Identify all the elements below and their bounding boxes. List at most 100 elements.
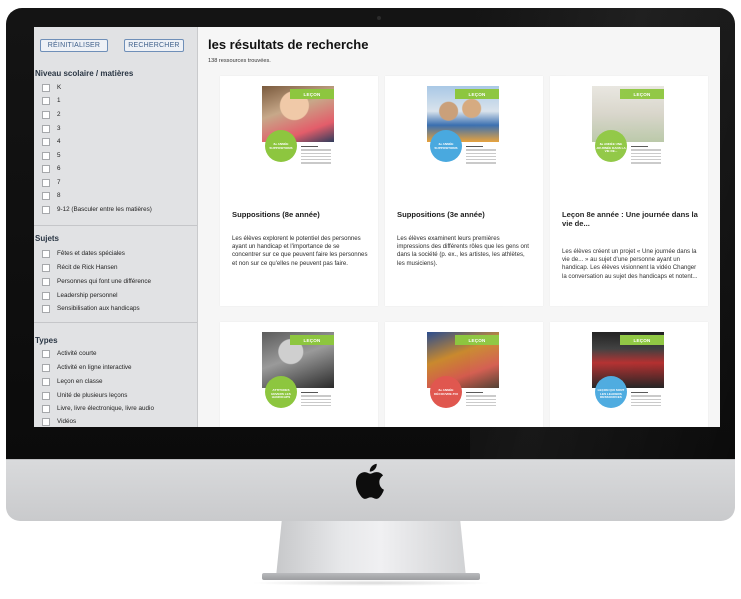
monitor-stand (276, 521, 466, 577)
lesson-tag: LEÇON (455, 335, 499, 345)
card-title[interactable]: Leçon 8e année : Une journée dans la vie… (562, 210, 702, 229)
monitor-stand-base (262, 573, 480, 580)
filter-option-grade-8[interactable]: 8 (42, 190, 61, 201)
thumbnail-caption: 8e ANNÉE UNE JOURNÉE DANS LA VIE DE... (596, 142, 626, 154)
filter-option-type-short-activity[interactable]: Activité courte (42, 348, 97, 359)
card-title[interactable]: Suppositions (8e année) (232, 210, 372, 219)
filter-option-grade-k[interactable]: K (42, 82, 61, 93)
filter-option-label: Unité de plusieurs leçons (57, 392, 128, 399)
filter-option-grade-2[interactable]: 2 (42, 109, 61, 120)
filter-option-label: K (57, 84, 62, 91)
filter-option-grade-5[interactable]: 5 (42, 150, 61, 161)
filter-option-type-unit[interactable]: Unité de plusieurs leçons (42, 390, 127, 401)
resource-thumbnail: LEÇON 8e ANNÉE UNE JOURNÉE DANS LA VIE D… (592, 86, 664, 183)
apple-logo-icon (355, 463, 384, 499)
card-title[interactable]: Suppositions (3e année) (397, 210, 537, 219)
filter-option-subject-rick-hansen[interactable]: Récit de Rick Hansen (42, 262, 118, 273)
checkbox[interactable] (42, 83, 50, 92)
checkbox[interactable] (42, 391, 50, 400)
checkbox[interactable] (42, 205, 50, 214)
thumbnail-caption: 8e ANNÉE SUPPOSITIONS (269, 142, 293, 150)
filter-option-grade-6[interactable]: 6 (42, 163, 61, 174)
filter-option-label: 8 (57, 192, 61, 199)
filter-option-grade-4[interactable]: 4 (42, 136, 61, 147)
resource-thumbnail: LEÇON LEÇON QUI SONT LES LEADERS RESSOUR… (592, 332, 664, 427)
results-panel: les résultats de recherche 138 ressource… (198, 27, 720, 427)
checkbox[interactable] (42, 96, 50, 105)
resource-thumbnail: LEÇON ATTITUDES ENVERS LES HANDICAPS (262, 332, 334, 427)
checkbox[interactable] (42, 349, 50, 358)
filter-option-label: Vidéos (57, 418, 77, 425)
thumbnail-caption: 8e ANNÉE DÉCOUVRE-TOI (434, 388, 458, 396)
checkbox[interactable] (42, 377, 50, 386)
checkbox[interactable] (42, 304, 50, 313)
checkbox[interactable] (42, 137, 50, 146)
checkbox[interactable] (42, 124, 50, 133)
filter-option-label: 3 (57, 125, 61, 132)
resource-thumbnail: LEÇON 8e ANNÉE DÉCOUVRE-TOI (427, 332, 499, 427)
resource-card[interactable]: LEÇON LEÇON QUI SONT LES LEADERS RESSOUR… (550, 322, 708, 427)
lesson-tag: LEÇON (455, 89, 499, 99)
resource-card[interactable]: LEÇON 8e ANNÉE SUPPOSITIONS Suppositions… (220, 76, 378, 306)
filter-option-label: Récit de Rick Hansen (57, 264, 118, 271)
filter-option-label: 1 (57, 97, 61, 104)
checkbox[interactable] (42, 263, 50, 272)
filter-option-type-lesson[interactable]: Leçon en classe (42, 376, 103, 387)
search-button[interactable]: RECHERCHER (124, 39, 184, 52)
checkbox[interactable] (42, 277, 50, 286)
checkbox[interactable] (42, 151, 50, 160)
filter-option-type-book[interactable]: Livre, livre électronique, livre audio (42, 403, 154, 414)
checkbox[interactable] (42, 363, 50, 372)
checkbox[interactable] (42, 404, 50, 413)
thumbnail-text-lines (466, 392, 496, 408)
filter-option-grade-1[interactable]: 1 (42, 95, 61, 106)
filter-option-grade-3[interactable]: 3 (42, 123, 61, 134)
reset-button[interactable]: RÉINITIALISER (40, 39, 108, 52)
filter-option-subject-awareness[interactable]: Sensibilisation aux handicaps (42, 303, 140, 314)
checkbox[interactable] (42, 164, 50, 173)
filter-option-label: Leçon en classe (57, 378, 103, 385)
resource-card[interactable]: LEÇON ATTITUDES ENVERS LES HANDICAPS (220, 322, 378, 427)
filter-option-label: 6 (57, 165, 61, 172)
floor-shadow (250, 580, 492, 586)
filter-option-grade-7[interactable]: 7 (42, 177, 61, 188)
filter-option-label: Livre, livre électronique, livre audio (57, 405, 154, 412)
checkbox[interactable] (42, 249, 50, 258)
filter-option-label: Fêtes et dates spéciales (57, 250, 125, 257)
page-title: les résultats de recherche (208, 37, 369, 52)
checkbox[interactable] (42, 291, 50, 300)
checkbox[interactable] (42, 191, 50, 200)
resource-thumbnail: LEÇON 3e ANNÉE SUPPOSITIONS (427, 86, 499, 183)
thumbnail-text-lines (631, 146, 661, 166)
resource-thumbnail: LEÇON 8e ANNÉE SUPPOSITIONS (262, 86, 334, 183)
card-description: Les élèves examinent leurs premières imp… (397, 235, 529, 267)
checkbox[interactable] (42, 110, 50, 119)
filter-option-label: Personnes qui font une différence (57, 278, 152, 285)
resource-card[interactable]: LEÇON 8e ANNÉE DÉCOUVRE-TOI (385, 322, 543, 427)
results-count: 138 ressources trouvées. (208, 58, 271, 64)
filter-option-label: 4 (57, 138, 61, 145)
filter-option-subject-holidays[interactable]: Fêtes et dates spéciales (42, 248, 125, 259)
filter-option-type-online-activity[interactable]: Activité en ligne interactive (42, 362, 132, 373)
filter-group-title-types: Types (35, 336, 58, 345)
thumbnail-text-lines (466, 146, 496, 166)
filter-option-subject-leadership[interactable]: Leadership personnel (42, 290, 118, 301)
screen: RÉINITIALISER RECHERCHER Niveau scolaire… (34, 27, 720, 427)
thumbnail-text-lines (301, 146, 331, 166)
filter-option-label: Activité courte (57, 350, 97, 357)
filter-option-type-videos[interactable]: Vidéos (42, 416, 76, 427)
card-description: Les élèves explorent le potentiel des pe… (232, 235, 368, 267)
resource-card[interactable]: LEÇON 8e ANNÉE UNE JOURNÉE DANS LA VIE D… (550, 76, 708, 306)
checkbox[interactable] (42, 417, 50, 426)
resource-card[interactable]: LEÇON 3e ANNÉE SUPPOSITIONS Suppositions… (385, 76, 543, 306)
thumbnail-caption: ATTITUDES ENVERS LES HANDICAPS (271, 388, 291, 400)
lesson-tag: LEÇON (620, 89, 664, 99)
thumbnail-caption: 3e ANNÉE SUPPOSITIONS (434, 142, 458, 150)
filter-sidebar: RÉINITIALISER RECHERCHER Niveau scolaire… (34, 27, 198, 427)
thumbnail-caption: LEÇON QUI SONT LES LEADERS RESSOURCES (597, 388, 625, 400)
filter-option-label: 5 (57, 152, 61, 159)
checkbox[interactable] (42, 178, 50, 187)
filter-option-subject-difference[interactable]: Personnes qui font une différence (42, 276, 151, 287)
filter-option-grade-9-12[interactable]: 9-12 (Basculer entre les matières) (42, 204, 152, 215)
camera-dot-icon (377, 16, 381, 20)
